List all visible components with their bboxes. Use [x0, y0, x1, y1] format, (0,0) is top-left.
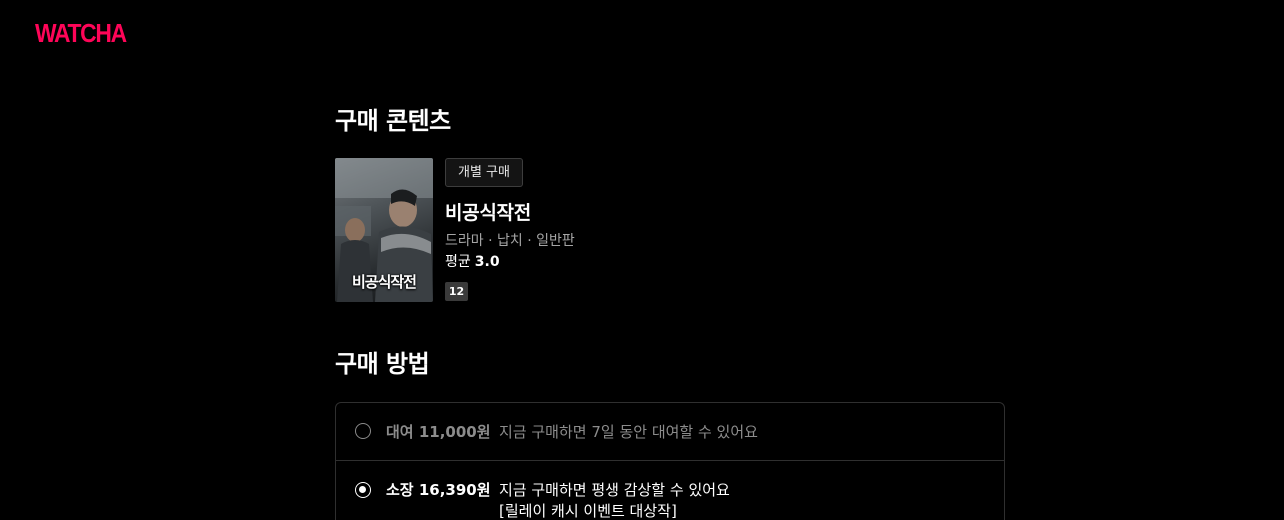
rating-value: 3.0 — [474, 254, 500, 270]
option-own[interactable]: 소장 16,390원 지금 구매하면 평생 감상할 수 있어요 [릴레이 캐시 … — [336, 461, 1004, 520]
age-rating-badge: 12 — [445, 282, 468, 301]
own-description: 지금 구매하면 평생 감상할 수 있어요 — [499, 481, 730, 499]
own-price-label: 소장 16,390원 — [386, 481, 491, 499]
movie-poster: 비공식작전 — [335, 158, 433, 302]
own-event-note: [릴레이 캐시 이벤트 대상작] — [499, 502, 677, 520]
rating-label: 평균 — [445, 254, 471, 270]
movie-meta: 드라마 · 납치 · 일반판 — [445, 233, 575, 249]
purchase-type-badge: 개별 구매 — [445, 158, 523, 187]
rent-radio[interactable] — [355, 423, 371, 439]
watcha-logo[interactable]: WATCHA — [35, 18, 127, 48]
purchase-page: WATCHA 구매 콘텐츠 비공식작전 개별 구매 비공식작전 드라마 · 납치… — [0, 0, 1284, 520]
rent-price-label: 대여 11,000원 — [386, 423, 491, 441]
radio-selected-dot — [359, 486, 366, 493]
option-rent[interactable]: 대여 11,000원 지금 구매하면 7일 동안 대여할 수 있어요 — [336, 403, 1004, 461]
movie-rating: 평균 3.0 — [445, 251, 500, 271]
poster-title-text: 비공식작전 — [351, 273, 417, 291]
movie-title: 비공식작전 — [445, 202, 531, 224]
purchase-content-title: 구매 콘텐츠 — [335, 107, 451, 135]
product-info: 개별 구매 비공식작전 드라마 · 납치 · 일반판 평균 3.0 12 — [445, 158, 575, 301]
product-card: 비공식작전 개별 구매 비공식작전 드라마 · 납치 · 일반판 평균 3.0 1… — [335, 158, 1005, 302]
purchase-method-title: 구매 방법 — [335, 350, 430, 378]
rent-description: 지금 구매하면 7일 동안 대여할 수 있어요 — [499, 423, 758, 441]
own-radio[interactable] — [355, 482, 371, 498]
purchase-options: 대여 11,000원 지금 구매하면 7일 동안 대여할 수 있어요 소장 16… — [335, 402, 1005, 520]
